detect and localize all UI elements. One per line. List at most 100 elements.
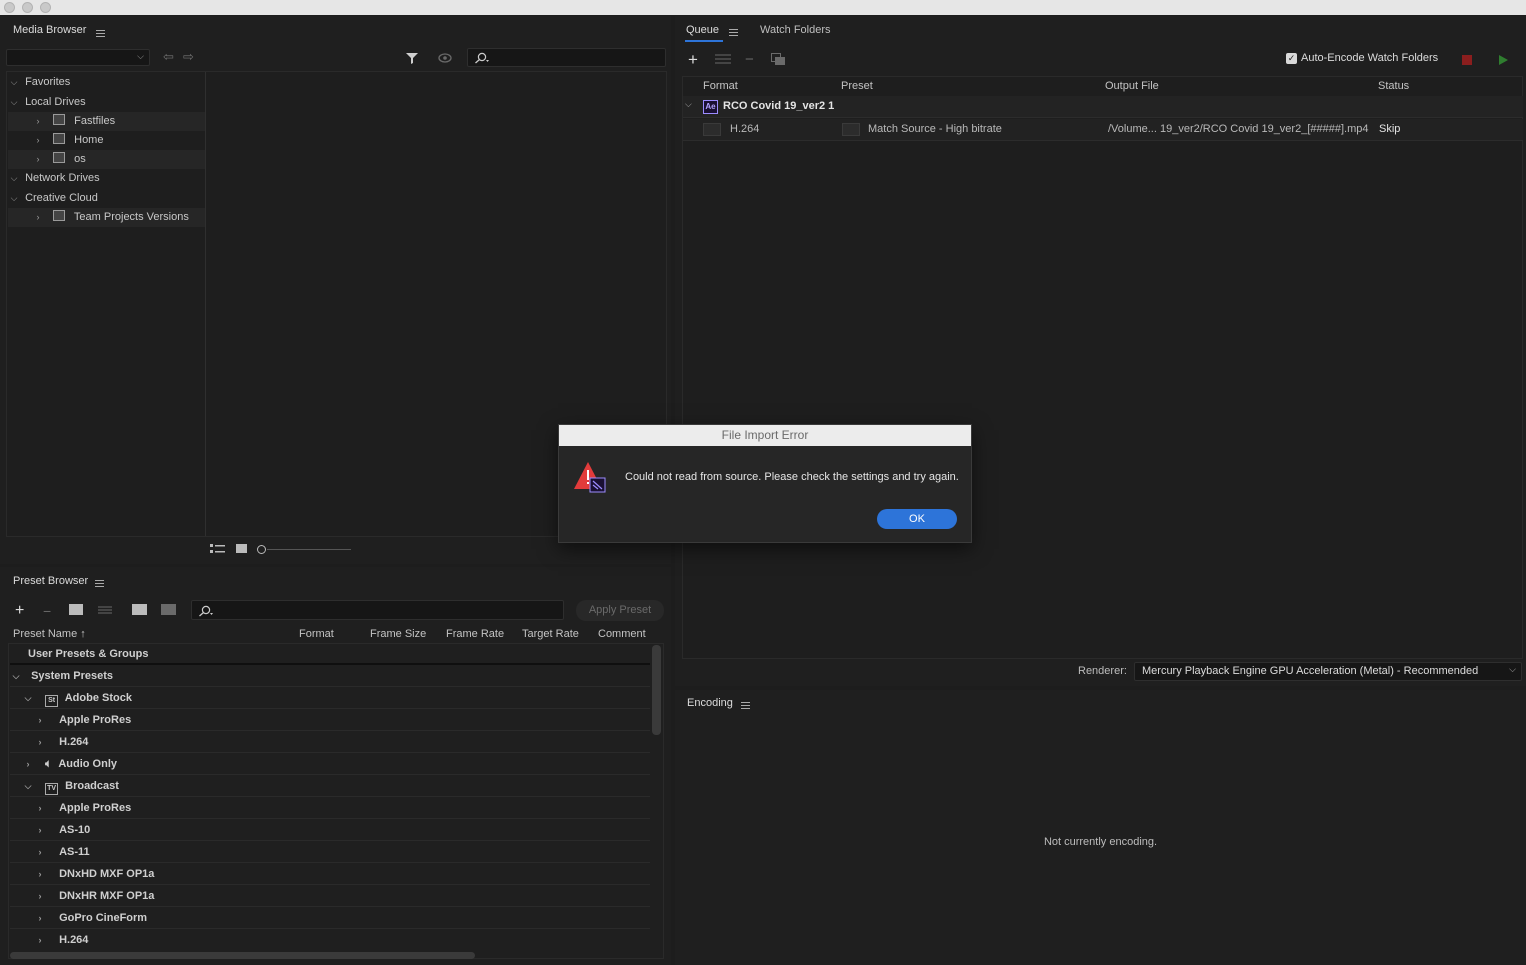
stop-queue-button[interactable]: [1462, 55, 1472, 65]
preset-row-as11[interactable]: › AS-11: [10, 841, 650, 863]
column-header-target-rate[interactable]: Target Rate: [522, 628, 579, 640]
column-header-preset-name[interactable]: Preset Name ↑: [13, 628, 86, 640]
preset-row-h264[interactable]: › H.264: [10, 929, 650, 951]
queue-source-row[interactable]: ⌵ Ae RCO Covid 19_ver2 1: [683, 96, 1523, 118]
preset-row-audio-only[interactable]: › 🔈︎ Audio Only: [10, 753, 650, 775]
drive-icon: [53, 133, 66, 144]
preset-dropdown[interactable]: [842, 123, 860, 136]
tree-item-local-drives[interactable]: ⌵ Local Drives: [8, 93, 205, 112]
preset-row-label: Audio Only: [58, 758, 117, 770]
preset-row-dnxhd[interactable]: › DNxHD MXF OP1a: [10, 863, 650, 885]
remove-preset-icon[interactable]: −: [43, 603, 51, 619]
column-header-frame-rate[interactable]: Frame Rate: [446, 628, 504, 640]
tree-item-os[interactable]: › os: [8, 150, 205, 169]
renderer-dropdown[interactable]: Mercury Playback Engine GPU Acceleration…: [1134, 662, 1522, 681]
preset-row-label: H.264: [59, 736, 89, 748]
icon-view-icon[interactable]: [236, 544, 248, 554]
preset-row-label: DNxHD MXF OP1a: [59, 868, 155, 880]
tree-item-creative-cloud[interactable]: ⌵ Creative Cloud: [8, 189, 205, 208]
preset-row-apple-prores[interactable]: › Apple ProRes: [10, 797, 650, 819]
warning-icon: [574, 462, 606, 493]
start-queue-button[interactable]: [1498, 54, 1509, 66]
output-format[interactable]: H.264: [730, 123, 759, 135]
chevron-right-icon: ›: [38, 737, 42, 747]
chevron-right-icon: ›: [26, 759, 30, 769]
panel-menu-icon[interactable]: [95, 580, 104, 587]
zoom-slider-handle[interactable]: [257, 545, 266, 554]
chevron-down-icon: ⌵: [10, 173, 18, 183]
auto-encode-checkbox[interactable]: ✓: [1286, 53, 1297, 64]
tab-queue[interactable]: Queue: [686, 24, 719, 36]
zoom-window-button[interactable]: [40, 2, 51, 13]
column-header-status[interactable]: Status: [1378, 80, 1409, 92]
dialog-title: File Import Error: [559, 425, 971, 446]
add-source-icon[interactable]: +: [688, 50, 698, 70]
panel-menu-icon[interactable]: [741, 702, 750, 709]
tree-item-fastfiles[interactable]: › Fastfiles: [8, 112, 205, 131]
preset-settings-icon[interactable]: [98, 605, 112, 615]
tab-watch-folders[interactable]: Watch Folders: [760, 24, 831, 36]
close-window-button[interactable]: [4, 2, 15, 13]
preset-row-label: DNxHR MXF OP1a: [59, 890, 155, 902]
preset-row-gopro-cineform[interactable]: › GoPro CineForm: [10, 907, 650, 929]
chevron-down-icon: ⌵: [1509, 664, 1516, 674]
add-preset-icon[interactable]: +: [15, 602, 24, 620]
chevron-right-icon: ›: [38, 869, 42, 879]
forward-arrow-icon[interactable]: ⇨: [183, 49, 194, 65]
preset-search-input[interactable]: [191, 600, 564, 620]
format-dropdown[interactable]: [703, 123, 721, 136]
preset-row-label: System Presets: [31, 670, 114, 682]
panel-menu-icon[interactable]: [729, 29, 738, 36]
remove-item-icon[interactable]: −: [745, 51, 754, 68]
import-presets-icon[interactable]: [132, 604, 147, 615]
preset-horizontal-scrollbar[interactable]: [10, 952, 475, 959]
list-view-icon[interactable]: [210, 544, 226, 554]
column-header-comment[interactable]: Comment: [598, 628, 646, 640]
column-header-frame-size[interactable]: Frame Size: [370, 628, 426, 640]
apply-preset-button[interactable]: Apply Preset: [576, 600, 664, 621]
tree-divider: [205, 72, 206, 536]
tree-item-home[interactable]: › Home: [8, 131, 205, 150]
duplicate-icon[interactable]: [771, 53, 786, 66]
preset-row-label: Broadcast: [65, 780, 119, 792]
tree-item-favorites[interactable]: ⌵ Favorites: [8, 73, 205, 92]
preset-row-label: User Presets & Groups: [28, 648, 149, 660]
chevron-right-icon: ›: [38, 847, 42, 857]
tree-item-label: Favorites: [25, 76, 71, 88]
chevron-right-icon: ›: [36, 212, 40, 222]
column-header-output-file[interactable]: Output File: [1105, 80, 1159, 92]
output-preset[interactable]: Match Source - High bitrate: [868, 123, 1002, 135]
preset-row-h264[interactable]: › H.264: [10, 731, 650, 753]
preset-row-user-presets[interactable]: User Presets & Groups: [10, 643, 650, 665]
filter-icon[interactable]: [405, 51, 419, 65]
column-label: Preset Name: [13, 628, 78, 640]
preset-row-dnxhr[interactable]: › DNxHR MXF OP1a: [10, 885, 650, 907]
preset-browser-panel: Preset Browser + − Apply Preset Preset N…: [0, 567, 671, 965]
view-eye-icon[interactable]: [438, 52, 452, 64]
preset-row-apple-prores[interactable]: › Apple ProRes: [10, 709, 650, 731]
new-group-icon[interactable]: [69, 604, 83, 615]
back-arrow-icon[interactable]: ⇦: [163, 49, 174, 65]
location-dropdown[interactable]: ⌵: [6, 49, 150, 66]
tree-item-network-drives[interactable]: ⌵ Network Drives: [8, 169, 205, 188]
export-presets-icon[interactable]: [161, 604, 176, 615]
preset-row-as10[interactable]: › AS-10: [10, 819, 650, 841]
preset-row-adobe-stock[interactable]: ⌵ St Adobe Stock: [10, 687, 650, 709]
ok-button[interactable]: OK: [877, 509, 957, 529]
queue-settings-icon[interactable]: [715, 53, 731, 65]
media-browser-title: Media Browser: [13, 24, 87, 36]
column-header-preset[interactable]: Preset: [841, 80, 873, 92]
media-search-input[interactable]: [467, 48, 666, 67]
queue-output-row[interactable]: H.264 Match Source - High bitrate /Volum…: [683, 119, 1523, 141]
preset-vertical-scrollbar[interactable]: [652, 645, 661, 735]
column-header-format[interactable]: Format: [703, 80, 738, 92]
output-file-path[interactable]: /Volume... 19_ver2/RCO Covid 19_ver2_[##…: [1108, 123, 1368, 135]
tree-item-team-projects-versions[interactable]: › Team Projects Versions: [8, 208, 205, 227]
zoom-slider-track[interactable]: [267, 549, 351, 550]
preset-row-system-presets[interactable]: ⌵ System Presets: [10, 665, 650, 687]
preset-row-broadcast[interactable]: ⌵ TV Broadcast: [10, 775, 650, 797]
column-header-format[interactable]: Format: [299, 628, 334, 640]
chevron-right-icon: ›: [36, 154, 40, 164]
minimize-window-button[interactable]: [22, 2, 33, 13]
panel-menu-icon[interactable]: [96, 30, 105, 37]
